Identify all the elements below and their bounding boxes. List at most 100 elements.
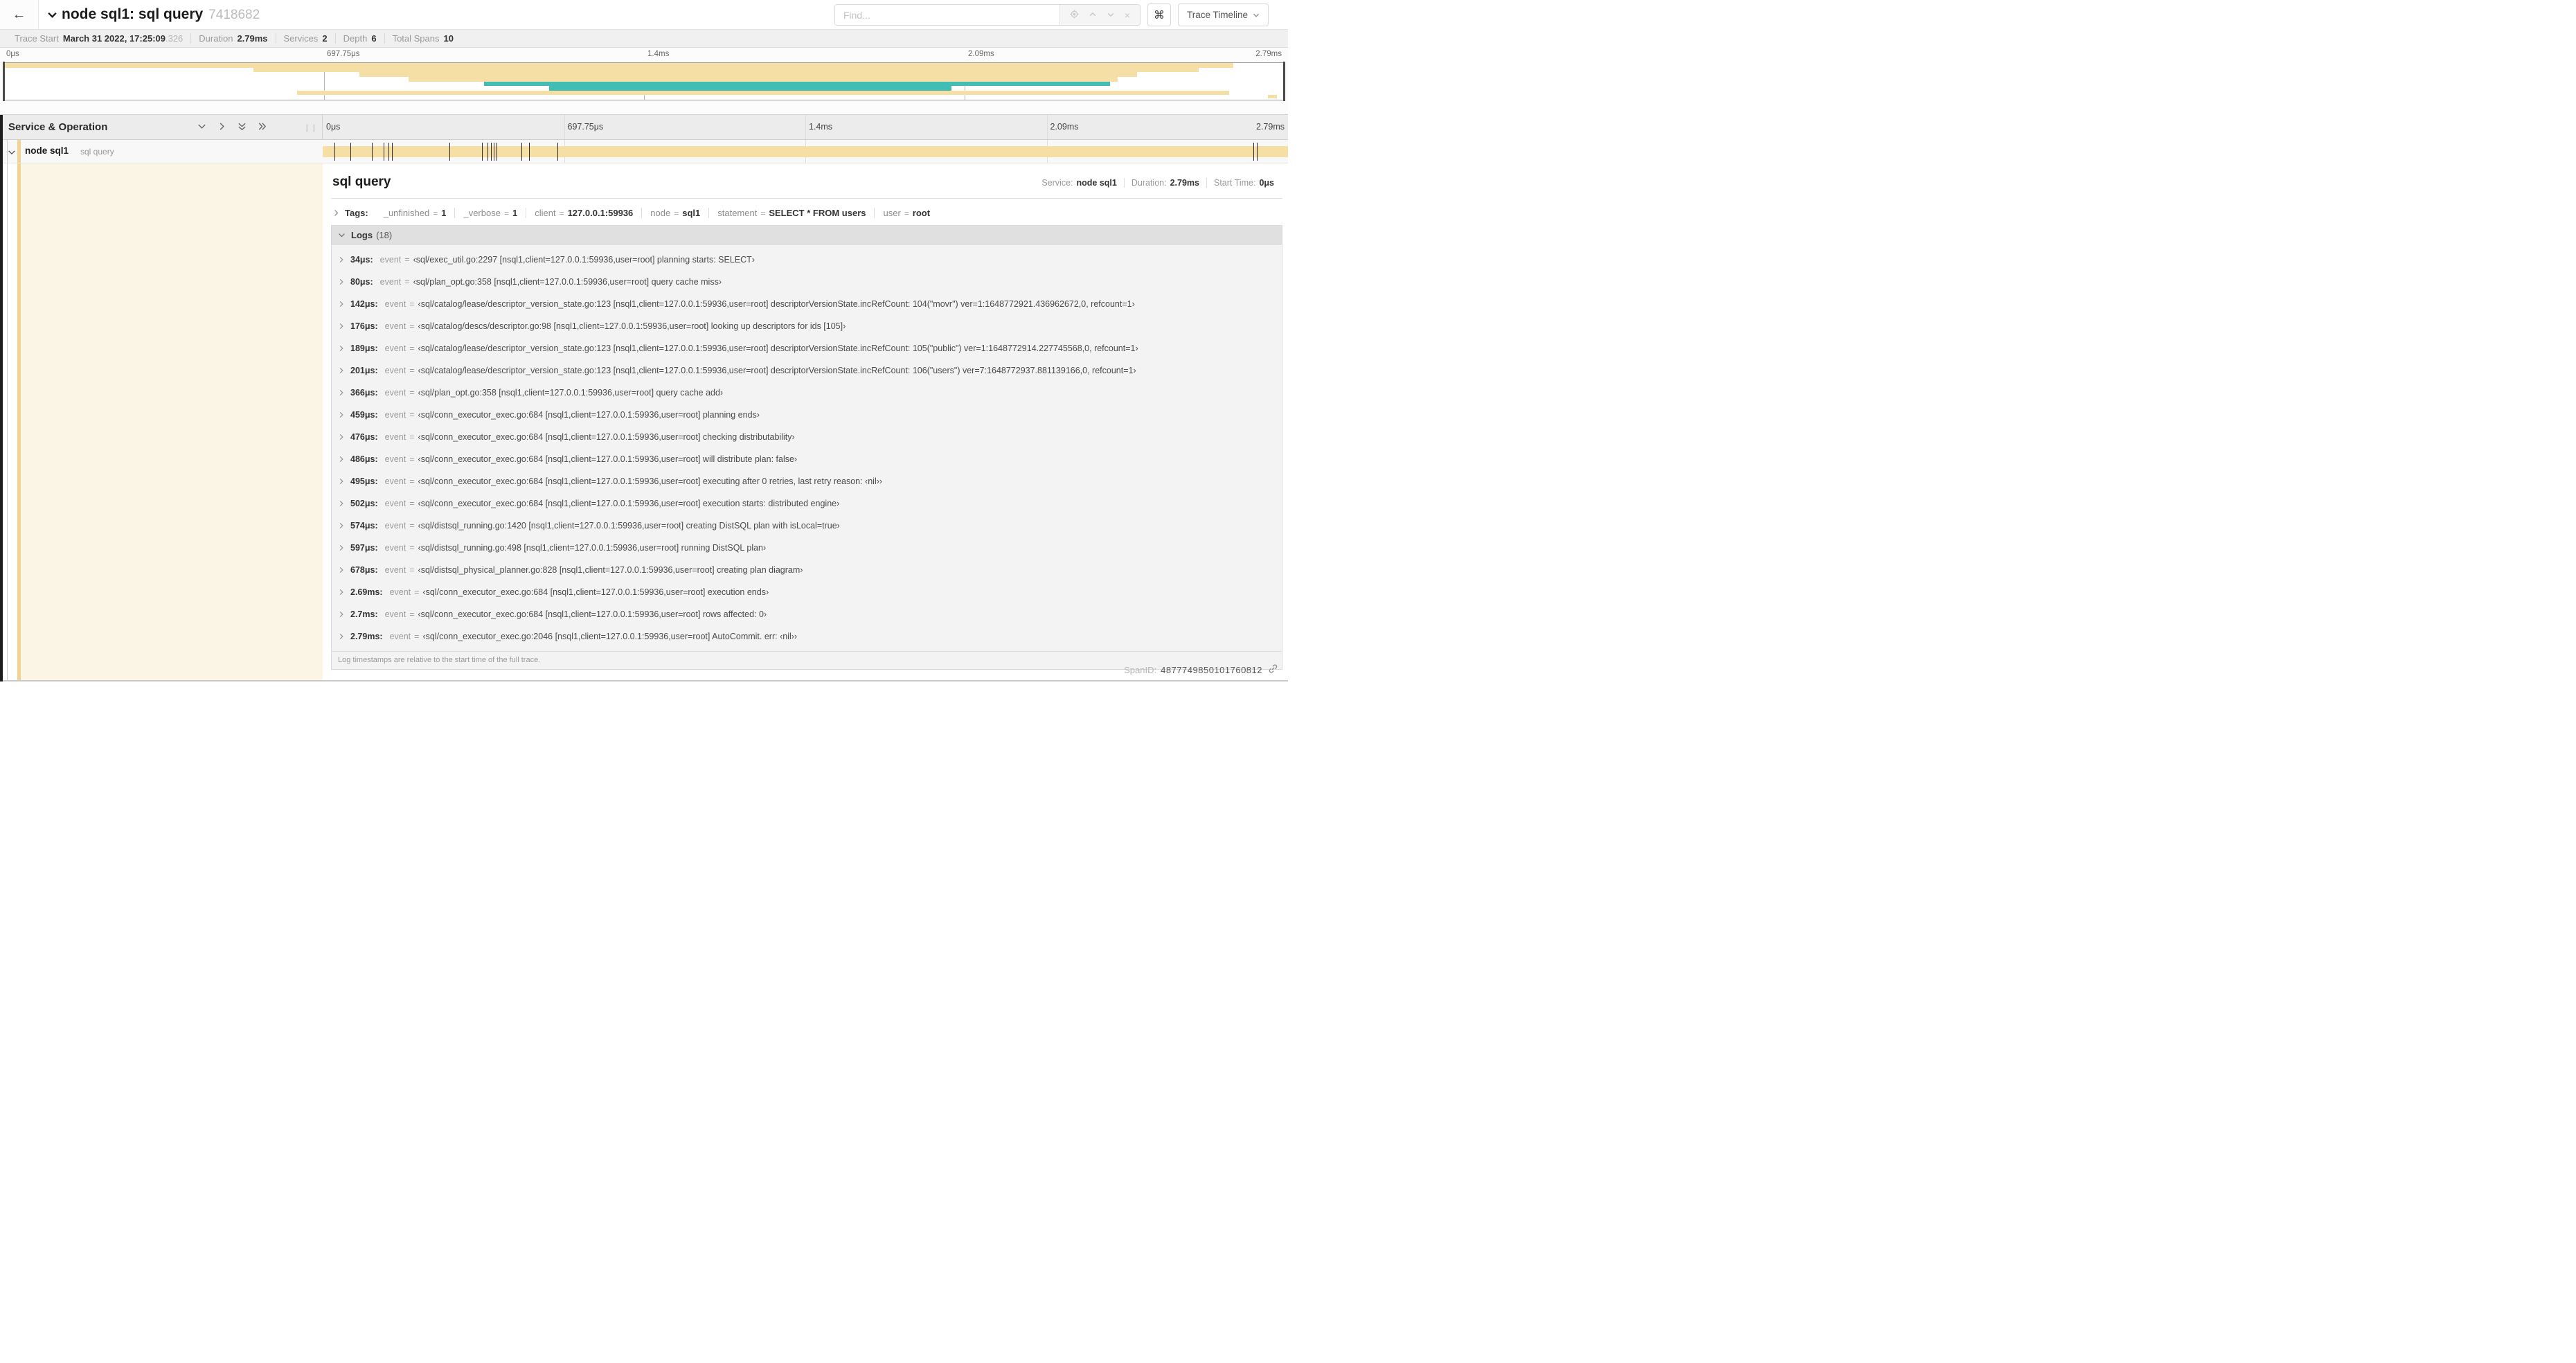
tags-accordion[interactable]: Tags: _unfinished = 1 _verbose = 1 clien…: [331, 206, 1282, 225]
locate-icon: [1070, 9, 1079, 21]
find-prev-button[interactable]: [1089, 10, 1097, 21]
log-entry[interactable]: 574μs: event = ‹sql/distsql_running.go:1…: [332, 515, 1282, 537]
minimap-scrubber-left[interactable]: [3, 62, 5, 101]
keyboard-shortcuts-button[interactable]: ⌘: [1147, 3, 1171, 26]
minimap-span-bar: [1267, 94, 1277, 99]
summary-item: Total Spans 10: [384, 33, 461, 44]
log-field-key: event: [384, 344, 406, 353]
log-timestamp: 189μs:: [350, 344, 378, 353]
equals-sign: =: [760, 208, 766, 218]
logs-accordion-header[interactable]: Logs (18): [332, 226, 1282, 244]
log-entry[interactable]: 495μs: event = ‹sql/conn_executor_exec.g…: [332, 470, 1282, 492]
collapse-all-button[interactable]: [238, 122, 247, 133]
minimap-tick-label: 2.79ms: [1255, 50, 1282, 58]
expand-one-button[interactable]: [217, 122, 226, 133]
log-field-key: event: [384, 366, 406, 375]
service-color-bar: [17, 140, 21, 163]
expand-all-button[interactable]: [258, 122, 267, 133]
meta-value: node sql1: [1076, 178, 1117, 188]
log-entry[interactable]: 34μs: event = ‹sql/exec_util.go:2297 [ns…: [332, 249, 1282, 271]
span-collapse-toggle[interactable]: [8, 148, 16, 160]
log-entry[interactable]: 678μs: event = ‹sql/distsql_physical_pla…: [332, 559, 1282, 581]
tags-label: Tags:: [345, 208, 368, 218]
log-entry[interactable]: 176μs: event = ‹sql/catalog/descs/descri…: [332, 315, 1282, 337]
log-field-value: ‹sql/conn_executor_exec.go:684 [nsql1,cl…: [418, 476, 883, 486]
chevron-down-icon: [1107, 10, 1115, 21]
log-timestamp: 597μs:: [350, 543, 378, 553]
span-row[interactable]: node sql1 sql query: [0, 140, 1288, 163]
log-entry[interactable]: 2.7ms: event = ‹sql/conn_executor_exec.g…: [332, 603, 1282, 625]
summary-item: Duration 2.79ms: [190, 33, 275, 44]
minimap-tick-label: 1.4ms: [647, 50, 670, 58]
tag-item: _verbose = 1: [454, 208, 526, 218]
find-input[interactable]: [834, 5, 1059, 25]
equals-sign: =: [409, 521, 415, 531]
log-entry[interactable]: 476μs: event = ‹sql/conn_executor_exec.g…: [332, 426, 1282, 448]
summary-label: Services: [283, 33, 319, 44]
log-entry[interactable]: 80μs: event = ‹sql/plan_opt.go:358 [nsql…: [332, 271, 1282, 293]
log-entry[interactable]: 502μs: event = ‹sql/conn_executor_exec.g…: [332, 492, 1282, 515]
summary-value: 6: [371, 33, 377, 44]
equals-sign: =: [409, 366, 415, 375]
minimap-scrubber-right[interactable]: [1283, 62, 1285, 101]
log-entry[interactable]: 142μs: event = ‹sql/catalog/lease/descri…: [332, 293, 1282, 315]
meta-item: Start Time: 0μs: [1206, 178, 1281, 188]
log-field-key: event: [389, 587, 411, 597]
column-resizer-handle[interactable]: ❘❘: [304, 123, 318, 132]
summary-item: Depth 6: [334, 33, 384, 44]
log-field-key: event: [379, 255, 402, 265]
log-entry[interactable]: 459μs: event = ‹sql/conn_executor_exec.g…: [332, 404, 1282, 426]
log-timestamp: 366μs:: [350, 388, 378, 398]
log-field-value: ‹sql/conn_executor_exec.go:684 [nsql1,cl…: [422, 587, 769, 597]
chevron-right-icon: [338, 611, 345, 618]
back-button[interactable]: ←: [0, 0, 39, 29]
log-field-value: ‹sql/exec_util.go:2297 [nsql1,client=127…: [413, 255, 755, 265]
span-detail-card: sql query Service: node sql1 Duration: 2…: [331, 169, 1282, 670]
log-entry[interactable]: 2.79ms: event = ‹sql/conn_executor_exec.…: [332, 625, 1282, 648]
equals-sign: =: [904, 208, 909, 218]
log-marker-tick: [392, 143, 393, 161]
minimap-tick-label: 2.09ms: [968, 50, 994, 58]
find-next-button[interactable]: [1107, 10, 1115, 21]
chevron-down-icon: [1253, 11, 1260, 19]
log-marker-tick: [334, 143, 335, 161]
find-clear-button[interactable]: ×: [1125, 10, 1130, 21]
log-entry[interactable]: 201μs: event = ‹sql/catalog/lease/descri…: [332, 359, 1282, 382]
left-scrollbar[interactable]: [0, 115, 3, 682]
equals-sign: =: [559, 208, 564, 218]
service-operation-header: Service & Operation ❘❘: [0, 115, 323, 139]
log-entry[interactable]: 2.69ms: event = ‹sql/conn_executor_exec.…: [332, 581, 1282, 603]
meta-item: Duration: 2.79ms: [1123, 178, 1206, 188]
locate-button[interactable]: [1070, 9, 1079, 21]
span-detail-row: sql query Service: node sql1 Duration: 2…: [0, 163, 1288, 682]
timeline-minimap: 0μs 697.75μs 1.4ms 2.09ms 2.79ms: [0, 48, 1288, 115]
equals-sign: =: [414, 587, 420, 597]
find-group: ×: [834, 4, 1141, 26]
span-duration-bar[interactable]: [323, 146, 1288, 157]
equals-sign: =: [409, 476, 415, 486]
detail-header[interactable]: sql query Service: node sql1 Duration: 2…: [331, 169, 1282, 197]
trace-collapse-toggle[interactable]: [47, 10, 57, 20]
log-marker-tick: [529, 143, 530, 161]
detail-name-column-highlight: [21, 163, 323, 680]
span-row-timeline[interactable]: [323, 140, 1288, 163]
summary-item: Services 2: [275, 33, 335, 44]
ruler-tick-label: 0μs: [326, 122, 341, 132]
log-entry[interactable]: 366μs: event = ‹sql/plan_opt.go:358 [nsq…: [332, 382, 1282, 404]
log-field-key: event: [384, 454, 406, 464]
chevron-right-icon: [332, 209, 340, 217]
log-entry[interactable]: 486μs: event = ‹sql/conn_executor_exec.g…: [332, 448, 1282, 470]
log-entry[interactable]: 597μs: event = ‹sql/distsql_running.go:4…: [332, 537, 1282, 559]
log-marker-tick: [490, 143, 492, 161]
detail-operation-title: sql query: [332, 175, 391, 189]
collapse-one-button[interactable]: [197, 122, 206, 133]
copy-link-button[interactable]: [1268, 663, 1278, 676]
ruler-tick-label: 1.4ms: [809, 122, 833, 132]
minimap-canvas[interactable]: [3, 62, 1285, 101]
log-field-value: ‹sql/catalog/lease/descriptor_version_st…: [418, 366, 1136, 375]
log-entry[interactable]: 189μs: event = ‹sql/catalog/lease/descri…: [332, 337, 1282, 359]
log-field-value: ‹sql/plan_opt.go:358 [nsql1,client=127.0…: [413, 277, 722, 287]
log-field-key: event: [384, 521, 406, 531]
tag-value: 1: [441, 208, 447, 218]
view-dropdown[interactable]: Trace Timeline: [1177, 3, 1269, 26]
